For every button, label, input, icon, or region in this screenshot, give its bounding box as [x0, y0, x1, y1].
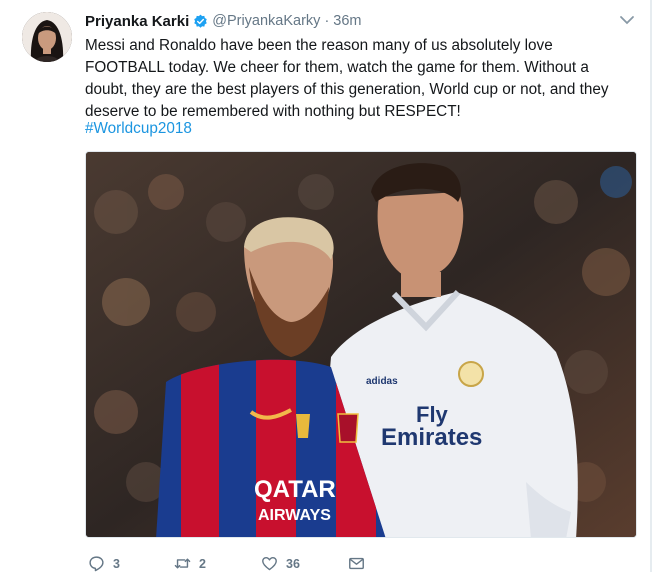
- avatar[interactable]: [22, 12, 72, 62]
- retweet-button[interactable]: 2: [174, 555, 206, 572]
- reply-button[interactable]: 3: [88, 555, 120, 572]
- author-name[interactable]: Priyanka Karki: [85, 13, 189, 30]
- like-icon: [262, 556, 277, 571]
- right-shirt-brand: adidas: [366, 376, 398, 387]
- tweet-timestamp[interactable]: 36m: [333, 13, 361, 29]
- tweet: Priyanka Karki @PriyankaKarky · 36m Mess…: [0, 0, 653, 572]
- separator-dot: ·: [324, 13, 330, 29]
- tweet-actions: 3 2 36: [88, 555, 388, 575]
- reply-count: 3: [113, 556, 120, 571]
- message-button[interactable]: [348, 555, 365, 572]
- tweet-photo[interactable]: Fly Emirates adidas QATAR AIRWAYS: [85, 151, 637, 538]
- like-button[interactable]: 36: [261, 555, 300, 572]
- left-shirt-sponsor-line2: AIRWAYS: [258, 507, 331, 524]
- reply-icon: [89, 556, 104, 572]
- tweet-header: Priyanka Karki @PriyankaKarky · 36m: [85, 11, 362, 31]
- right-shirt-sponsor-line2: Emirates: [381, 424, 482, 451]
- retweet-count: 2: [199, 556, 206, 571]
- chevron-down-icon[interactable]: [619, 14, 635, 26]
- right-divider: [650, 0, 652, 572]
- tweet-text: Messi and Ronaldo have been the reason m…: [85, 37, 609, 120]
- like-count: 36: [286, 556, 300, 571]
- verified-badge-icon: [193, 14, 208, 29]
- hashtag-link[interactable]: #Worldcup2018: [85, 120, 192, 138]
- left-shirt-sponsor-line1: QATAR: [254, 476, 336, 503]
- message-icon: [349, 557, 364, 570]
- retweet-icon: [174, 558, 191, 569]
- author-handle[interactable]: @PriyankaKarky: [212, 13, 320, 29]
